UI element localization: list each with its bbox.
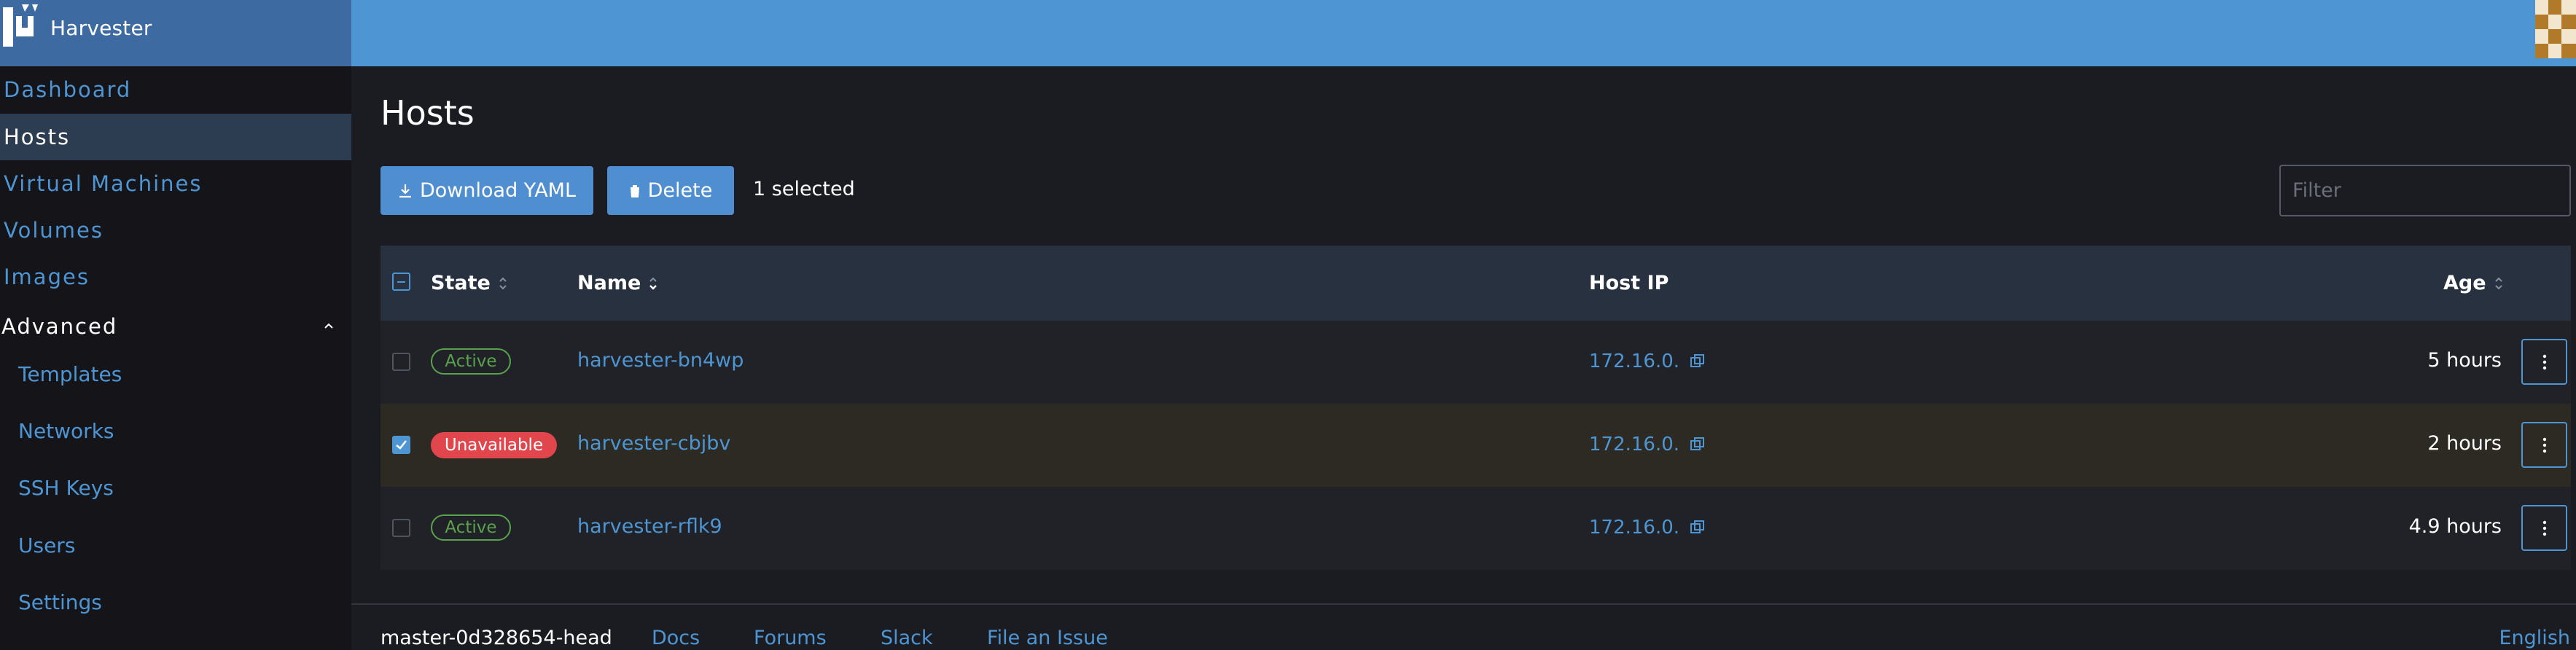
host-name-link[interactable]: harvester-cbjbv	[577, 432, 730, 455]
host-ip: 172.16.0.	[1589, 517, 1706, 539]
download-yaml-label: Download YAML	[420, 179, 576, 202]
harvester-logo-icon	[3, 4, 38, 47]
filter-input[interactable]	[2279, 165, 2571, 216]
column-header-name[interactable]: Name	[577, 272, 658, 294]
selection-count: 1 selected	[753, 178, 855, 200]
user-avatar[interactable]	[2535, 0, 2576, 58]
brand-header[interactable]: Harvester	[0, 0, 351, 66]
sidebar-group-advanced[interactable]: Advanced	[0, 305, 351, 348]
sort-desc-icon	[649, 277, 657, 290]
sidebar-item-users[interactable]: Users	[0, 520, 351, 571]
footer-link-slack[interactable]: Slack	[881, 627, 933, 649]
top-bar	[351, 0, 2576, 66]
row-actions-button[interactable]	[2521, 505, 2567, 551]
sidebar-item-volumes[interactable]: Volumes	[0, 207, 351, 254]
status-badge: Active	[431, 348, 511, 375]
sidebar: Harvester Dashboard Hosts Virtual Machin…	[0, 0, 351, 650]
host-name-link[interactable]: harvester-bn4wp	[577, 349, 743, 372]
table-header: State Name Host IP Age	[380, 246, 2571, 321]
host-age: 2 hours	[2427, 432, 2502, 455]
status-badge: Unavailable	[431, 432, 557, 458]
footer-link-file-issue[interactable]: File an Issue	[987, 627, 1108, 649]
check-icon	[396, 440, 407, 450]
status-badge: Active	[431, 514, 511, 541]
row-actions-button[interactable]	[2521, 422, 2567, 468]
sort-icon	[499, 277, 507, 289]
download-icon	[399, 184, 411, 197]
download-yaml-button[interactable]: Download YAML	[380, 166, 593, 215]
host-ip-value: 172.16.0.	[1589, 351, 1680, 372]
column-header-age[interactable]: Age	[2443, 272, 2504, 294]
column-label-state: State	[431, 272, 491, 294]
app-name: Harvester	[50, 16, 152, 40]
sidebar-item-hosts[interactable]: Hosts	[0, 114, 351, 160]
page-title: Hosts	[380, 93, 475, 133]
copy-icon[interactable]	[1690, 520, 1706, 536]
more-vertical-icon	[2542, 437, 2546, 453]
footer-divider	[351, 603, 2576, 605]
hosts-table: State Name Host IP Age Active harvester-…	[380, 246, 2571, 571]
table-row: Unavailable harvester-cbjbv 172.16.0. 2 …	[380, 404, 2571, 487]
column-header-state[interactable]: State	[431, 272, 508, 294]
host-ip-value: 172.16.0.	[1589, 434, 1680, 455]
language-selector[interactable]: English	[2499, 627, 2571, 649]
row-actions-button[interactable]	[2521, 339, 2567, 385]
row-checkbox[interactable]	[392, 353, 410, 371]
more-vertical-icon	[2542, 354, 2546, 369]
delete-button[interactable]: Delete	[607, 166, 734, 215]
trash-icon	[630, 184, 639, 197]
row-checkbox-checked[interactable]	[392, 436, 410, 454]
sidebar-item-templates[interactable]: Templates	[0, 348, 351, 399]
host-name-link[interactable]: harvester-rflk9	[577, 515, 722, 538]
host-ip: 172.16.0.	[1589, 434, 1706, 455]
row-checkbox[interactable]	[392, 519, 410, 537]
sidebar-group-label: Advanced	[1, 314, 118, 339]
footer-link-forums[interactable]: Forums	[754, 627, 827, 649]
column-header-host-ip: Host IP	[1589, 272, 1668, 294]
column-label-name: Name	[577, 272, 641, 294]
sidebar-item-ssh-keys[interactable]: SSH Keys	[0, 462, 351, 513]
column-label-host-ip: Host IP	[1589, 272, 1669, 294]
table-row: Active harvester-rflk9 172.16.0. 4.9 hou…	[380, 487, 2571, 570]
copy-icon[interactable]	[1690, 436, 1706, 453]
host-age: 5 hours	[2427, 349, 2502, 372]
chevron-up-icon	[324, 323, 333, 329]
footer-link-docs[interactable]: Docs	[652, 627, 700, 649]
copy-icon[interactable]	[1690, 353, 1706, 369]
sidebar-item-dashboard[interactable]: Dashboard	[0, 66, 351, 113]
select-all-checkbox[interactable]	[392, 273, 410, 291]
more-vertical-icon	[2542, 520, 2546, 536]
delete-label: Delete	[647, 179, 713, 202]
sort-icon	[2494, 277, 2502, 289]
sidebar-item-settings[interactable]: Settings	[0, 576, 351, 627]
sidebar-item-networks[interactable]: Networks	[0, 405, 351, 456]
host-ip: 172.16.0.	[1589, 351, 1706, 372]
host-ip-value: 172.16.0.	[1589, 517, 1680, 539]
version-label: master-0d328654-head	[380, 627, 612, 649]
column-label-age: Age	[2443, 272, 2486, 294]
host-age: 4.9 hours	[2408, 515, 2502, 538]
table-row: Active harvester-bn4wp 172.16.0. 5 hours	[380, 321, 2571, 404]
sidebar-item-virtual-machines[interactable]: Virtual Machines	[0, 160, 351, 207]
sidebar-item-images[interactable]: Images	[0, 254, 351, 300]
